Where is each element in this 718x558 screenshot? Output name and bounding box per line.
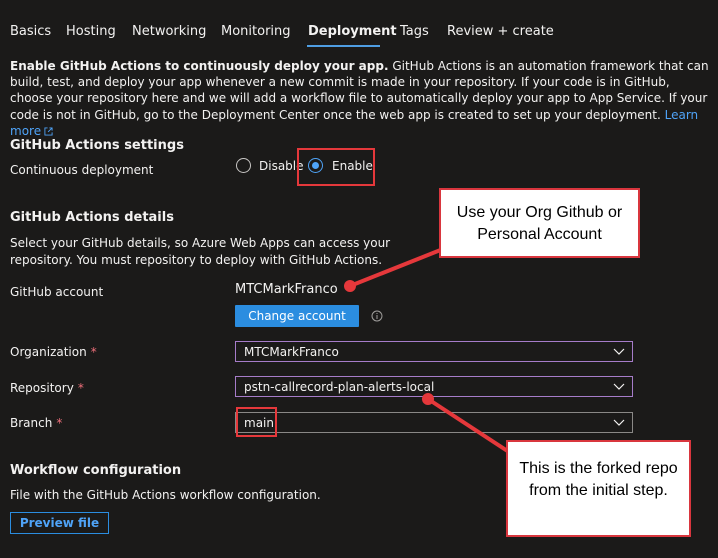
branch-label-text: Branch — [10, 416, 53, 430]
workflow-section-title: Workflow configuration — [10, 463, 182, 478]
workflow-description: File with the GitHub Actions workflow co… — [10, 488, 321, 502]
tab-deployment[interactable]: Deployment — [308, 24, 397, 39]
repository-value: pstn-callrecord-plan-alerts-local — [244, 380, 435, 394]
github-account-value: MTCMarkFranco — [235, 282, 338, 297]
tab-monitoring[interactable]: Monitoring — [221, 24, 291, 39]
tab-bar: Basics Hosting Networking Monitoring Dep… — [0, 0, 718, 48]
branch-dropdown[interactable]: main — [235, 412, 633, 433]
branch-label: Branch * — [10, 416, 62, 430]
continuous-deployment-label: Continuous deployment — [10, 163, 154, 177]
arrow-dot-top — [344, 280, 356, 292]
chevron-down-icon — [613, 348, 625, 355]
chevron-down-icon — [613, 419, 625, 426]
external-link-icon[interactable] — [44, 127, 53, 136]
preview-file-button[interactable]: Preview file — [10, 512, 109, 534]
details-description: Select your GitHub details, so Azure Web… — [10, 236, 391, 267]
tab-networking[interactable]: Networking — [132, 24, 206, 39]
github-account-label: GitHub account — [10, 285, 104, 299]
repository-label-text: Repository — [10, 381, 74, 395]
organization-value: MTCMarkFranco — [244, 345, 339, 359]
settings-section-title: GitHub Actions settings — [10, 138, 184, 153]
repository-dropdown[interactable]: pstn-callrecord-plan-alerts-local — [235, 376, 633, 397]
callout-org-account: Use your Org Github or Personal Account — [439, 188, 640, 258]
intro-heading: Enable GitHub Actions to continuously de… — [10, 59, 389, 73]
required-asterisk: * — [56, 416, 63, 430]
organization-dropdown[interactable]: MTCMarkFranco — [235, 341, 633, 362]
organization-label-text: Organization — [10, 345, 87, 359]
intro-paragraph: Enable GitHub Actions to continuously de… — [10, 58, 710, 139]
required-asterisk: * — [77, 381, 84, 395]
required-asterisk: * — [90, 345, 97, 359]
tab-hosting[interactable]: Hosting — [66, 24, 116, 39]
organization-label: Organization * — [10, 345, 97, 359]
tab-tags[interactable]: Tags — [400, 24, 429, 39]
disable-radio[interactable] — [236, 158, 251, 173]
change-account-button[interactable]: Change account — [235, 305, 359, 327]
repository-label: Repository * — [10, 381, 84, 395]
enable-highlight-box — [297, 148, 375, 186]
tab-basics[interactable]: Basics — [10, 24, 51, 39]
chevron-down-icon — [613, 383, 625, 390]
tab-review-create[interactable]: Review + create — [447, 24, 554, 39]
active-tab-indicator — [307, 45, 380, 47]
branch-highlight-box — [236, 407, 277, 437]
callout-forked-repo: This is the forked repo from the initial… — [506, 440, 691, 537]
info-icon[interactable] — [371, 310, 383, 322]
details-section-title: GitHub Actions details — [10, 210, 174, 225]
